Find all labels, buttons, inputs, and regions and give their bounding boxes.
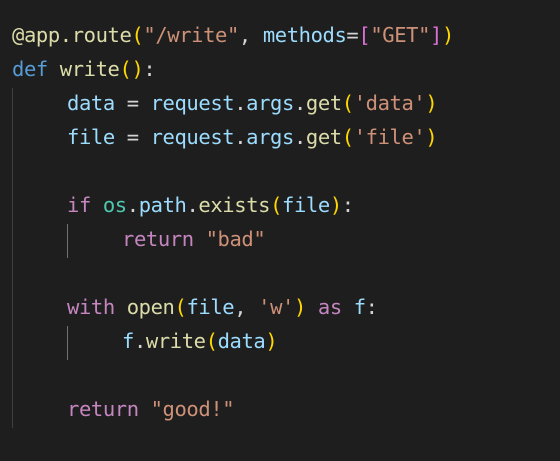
code-token-plain: = [114,91,151,115]
code-token-b1: ) [329,193,342,217]
code-token-b1: () [119,57,144,81]
code-token-b1: ( [341,125,354,149]
code-line-6[interactable]: if os.path.exists(file): [67,188,354,222]
code-token-plain: = [346,23,359,47]
code-line-3[interactable]: data = request.args.get('data') [67,86,438,120]
code-token-plain: , [238,23,263,47]
code-token-b1: ) [293,295,306,319]
code-token-var: args [246,91,294,115]
code-token-var: path [138,193,187,217]
code-token-plain: : [341,193,354,217]
code-token-str: "bad" [205,227,266,251]
code-token-b1: ( [174,295,187,319]
code-token-str: "GET" [370,23,431,47]
code-token-b1: ( [341,91,354,115]
code-token-fn: get [305,91,342,115]
code-token-b1: ( [205,329,218,353]
code-token-var: methods [262,23,347,47]
code-editor[interactable]: @app.route("/write", methods=["GET"]) de… [0,0,560,461]
code-token-b1: ) [425,125,438,149]
code-token-plain: . [186,193,199,217]
code-token-plain: . [234,91,247,115]
code-token-plain: . [234,125,247,149]
indent-guide [12,88,13,428]
code-token-plain: : [365,295,378,319]
code-token-fn: write [145,329,206,353]
code-token-str: 'file' [353,125,426,149]
code-token-mod: os [102,193,127,217]
code-line-7[interactable]: return "bad" [122,222,266,256]
code-token-str: 'data' [353,91,426,115]
code-token-ctl: if [67,193,91,217]
code-token-fn: exists [198,193,271,217]
code-token-str: "good!" [150,397,235,421]
code-token-plain: : [143,57,156,81]
code-token-b2: [ [358,23,371,47]
code-token-var: args [246,125,294,149]
code-token-plain: . [133,329,146,353]
code-token-plain: . [293,125,306,149]
code-token-var: request [150,91,235,115]
code-token-b1: ( [131,23,144,47]
code-line-2[interactable]: def write(): [12,52,156,86]
code-line-9[interactable]: with open(file, 'w') as f: [67,290,378,324]
code-token-var: file [67,125,115,149]
code-token-var: data [217,329,266,353]
indent-guide-active [67,326,68,360]
code-token-var: file [282,193,330,217]
code-token-ctl: with [67,295,115,319]
code-line-10[interactable]: f.write(data) [122,324,278,358]
code-token-str: "/write" [143,23,239,47]
code-token-b1: ) [425,91,438,115]
code-token-fn: open [126,295,175,319]
code-token-plain: , [234,295,259,319]
code-token-b1: ) [265,329,278,353]
code-token-plain: = [114,125,151,149]
code-token-fn: write [59,57,120,81]
code-token-plain: . [126,193,139,217]
code-token-fn: @app.route [12,23,132,47]
indent-guide-active [67,224,68,258]
code-line-1[interactable]: @app.route("/write", methods=["GET"]) [12,18,454,52]
code-token-ctl: return [122,227,194,251]
code-token-b2: ] [430,23,442,47]
code-line-4[interactable]: file = request.args.get('file') [67,120,438,154]
code-token-var: request [150,125,235,149]
code-token-kw: def [12,57,48,81]
code-token-ctl: as [317,295,342,319]
code-token-plain: . [293,91,306,115]
code-token-b1: ) [442,23,454,47]
code-token-ctl: return [67,397,139,421]
code-token-var: data [67,91,115,115]
code-line-12[interactable]: return "good!" [67,392,235,426]
code-token-fn: get [305,125,342,149]
code-token-str: 'w' [258,295,294,319]
code-token-b1: ( [270,193,283,217]
code-token-var: file [186,295,235,319]
code-token-var: f [353,295,366,319]
code-token-var: f [122,329,134,353]
